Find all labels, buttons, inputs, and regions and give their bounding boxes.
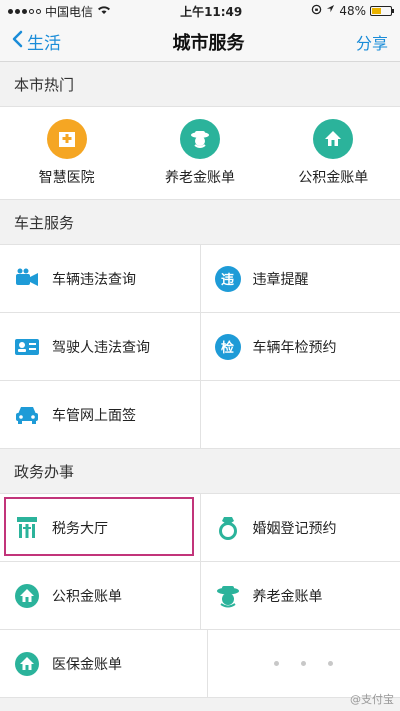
violation-alert[interactable]: 违 违章提醒 — [199, 245, 400, 312]
hot-services: 智慧医院 养老金账单 公积金账单 — [0, 106, 400, 200]
pension-bill[interactable]: 养老金账单 — [199, 562, 400, 629]
online-car-signing[interactable]: 车管网上面签 — [0, 381, 200, 448]
hot-item-pension-bill[interactable]: 养老金账单 — [133, 107, 266, 199]
tax-hall-icon — [14, 515, 40, 541]
clock: 上午11:49 — [180, 4, 243, 19]
more-dot — [328, 661, 334, 666]
cell-label: 车辆违法查询 — [52, 271, 136, 288]
car-icon — [14, 402, 40, 428]
section-title-gov: 政务办事 — [0, 449, 400, 493]
location-icon — [326, 4, 335, 18]
cell-label: 税务大厅 — [52, 520, 108, 537]
cell-label: 婚姻登记预约 — [252, 520, 337, 537]
cell-label: 车辆年检预约 — [252, 339, 337, 356]
chevron-left-icon — [12, 30, 23, 53]
section-title-hot: 本市热门 — [0, 62, 400, 106]
medical-insurance-icon — [14, 651, 40, 677]
house-fund-icon — [14, 583, 40, 609]
driver-license-icon — [14, 334, 40, 360]
grid-row: 医保金账单 — [0, 630, 400, 698]
hot-item-smart-hospital[interactable]: 智慧医院 — [0, 107, 133, 199]
back-button[interactable]: 生活 — [12, 29, 61, 54]
medical-insurance-bill[interactable]: 医保金账单 — [0, 630, 207, 697]
wifi-icon — [97, 4, 111, 18]
hot-item-label: 养老金账单 — [164, 170, 235, 186]
orientation-lock-icon — [311, 4, 322, 18]
hot-item-label: 公积金账单 — [298, 170, 369, 186]
housing-fund-bill[interactable]: 公积金账单 — [0, 562, 200, 629]
more-dot — [301, 661, 307, 666]
battery-icon — [369, 6, 394, 16]
grid-row: 车辆违法查询 违 违章提醒 — [0, 245, 400, 313]
empty-cell — [199, 381, 400, 448]
marriage-ring-icon — [215, 515, 241, 541]
more-services-button[interactable] — [206, 630, 400, 697]
more-dot — [274, 661, 280, 666]
hot-item-label: 智慧医院 — [38, 170, 95, 186]
status-bar: 中国电信 上午11:49 48% — [0, 0, 400, 22]
signal-icon — [8, 8, 41, 14]
grid-row: 驾驶人违法查询 检 车辆年检预约 — [0, 313, 400, 381]
navigation-bar: 生活 城市服务 分享 — [0, 22, 400, 62]
car-violation-query[interactable]: 车辆违法查询 — [0, 245, 200, 312]
carrier-label: 中国电信 — [45, 4, 94, 19]
cell-label: 违章提醒 — [252, 271, 309, 288]
car-camera-icon — [14, 266, 40, 292]
grid-row: 公积金账单 养老金账单 — [0, 562, 400, 630]
grid-row: 车管网上面签 — [0, 381, 400, 449]
hospital-icon — [46, 119, 87, 159]
cell-label: 驾驶人违法查询 — [52, 339, 150, 356]
violation-alert-icon: 违 — [214, 265, 241, 292]
vehicle-inspection-booking[interactable]: 检 车辆年检预约 — [199, 313, 400, 380]
cell-label: 公积金账单 — [52, 588, 122, 605]
marriage-registration-booking[interactable]: 婚姻登记预约 — [199, 494, 400, 561]
driver-violation-query[interactable]: 驾驶人违法查询 — [0, 313, 200, 380]
cell-label: 医保金账单 — [52, 656, 122, 673]
tax-hall[interactable]: 税务大厅 — [0, 494, 200, 561]
grid-row: 税务大厅 婚姻登记预约 — [0, 494, 400, 562]
inspection-icon: 检 — [214, 333, 241, 360]
car-services-grid: 车辆违法查询 违 违章提醒 驾驶人违法查询 检 车辆年检预约 车管网上面签 — [0, 244, 400, 449]
hot-item-housing-fund-bill[interactable]: 公积金账单 — [267, 107, 400, 199]
share-button[interactable]: 分享 — [356, 30, 388, 54]
back-label: 生活 — [27, 34, 61, 54]
elder-icon — [215, 583, 241, 609]
cell-label: 车管网上面签 — [52, 407, 136, 424]
section-title-car: 车主服务 — [0, 200, 400, 244]
cell-label: 养老金账单 — [252, 588, 323, 605]
watermark: @支付宝 — [350, 693, 394, 706]
battery-percent: 48% — [339, 4, 366, 18]
elder-icon — [179, 119, 220, 159]
gov-services-grid: 税务大厅 婚姻登记预约 公积金账单 养老金账单 医保金账单 — [0, 493, 400, 698]
page-title: 城市服务 — [172, 32, 245, 54]
house-fund-icon — [313, 119, 354, 159]
